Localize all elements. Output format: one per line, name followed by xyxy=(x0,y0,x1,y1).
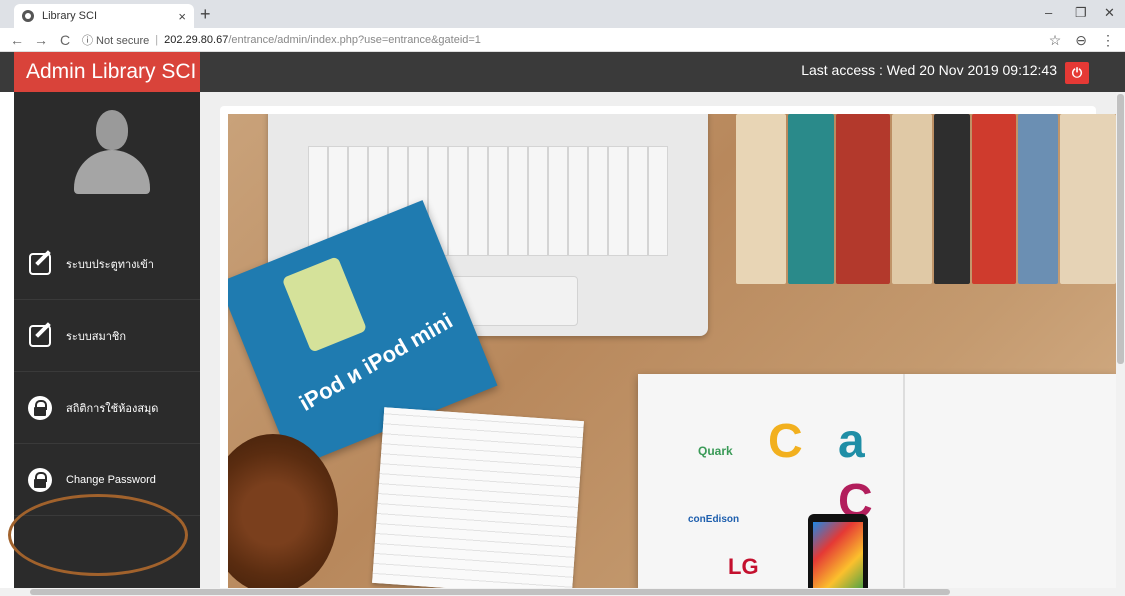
sidebar-item-entrance[interactable]: ระบบประตูทางเข้า xyxy=(14,228,200,300)
avatar-body xyxy=(74,150,150,194)
favicon-icon xyxy=(22,10,34,22)
url-separator: | xyxy=(155,33,159,46)
browser-menu-icon[interactable]: ⋮ xyxy=(1101,32,1115,49)
maximize-button[interactable]: ❐ xyxy=(1075,5,1087,21)
url-path: /entrance/admin/index.php?use=entrance&g… xyxy=(228,33,481,46)
avatar xyxy=(72,110,152,200)
close-window-button[interactable]: ✕ xyxy=(1104,5,1115,21)
lock-icon xyxy=(26,467,54,493)
edit-icon xyxy=(26,323,54,349)
new-tab-button[interactable]: + xyxy=(200,4,211,25)
forward-button[interactable]: → xyxy=(34,32,48,48)
brand-title[interactable]: Admin Library SCI xyxy=(14,52,200,92)
phone-illustration xyxy=(808,514,868,590)
lock-icon xyxy=(26,395,54,421)
edit-icon xyxy=(26,251,54,277)
sidebar-item-change-password[interactable]: Change Password xyxy=(14,444,200,516)
hero-image: iPod и iPod mini Quark C a conEdison C L… xyxy=(228,114,1116,590)
sidebar-item-label: สถิติการใช้ห้องสมุด xyxy=(66,402,159,415)
sidebar-item-statistics[interactable]: สถิติการใช้ห้องสมุด xyxy=(14,372,200,444)
quark-logo: Quark xyxy=(698,444,733,458)
logout-power-button[interactable]: ⏻ xyxy=(1065,62,1089,84)
horizontal-scrollbar[interactable] xyxy=(0,588,1116,596)
avatar-head xyxy=(96,110,128,150)
sidebar-item-label: ระบบประตูทางเข้า xyxy=(66,258,154,271)
vertical-scrollbar[interactable] xyxy=(1116,92,1125,596)
tab-title: Library SCI xyxy=(42,10,98,22)
tab-close-button[interactable]: × xyxy=(178,9,186,24)
magazine-illustration: Quark C a conEdison C LG xyxy=(638,374,1116,590)
url-field[interactable]: ⓘ Not secure | 202.29.80.67 /entrance/ad… xyxy=(82,32,481,48)
profile-icon[interactable]: ⊖ xyxy=(1075,32,1087,49)
doily-illustration xyxy=(228,434,338,590)
bookmark-star-icon[interactable]: ☆ xyxy=(1049,32,1062,49)
vertical-scroll-thumb[interactable] xyxy=(1117,94,1124,364)
sidebar-item-members[interactable]: ระบบสมาชิก xyxy=(14,300,200,372)
sidebar: ระบบประตูทางเข้า ระบบสมาชิก สถิติการใช้ห… xyxy=(14,92,200,596)
browser-tabstrip: Library SCI × + – ❐ ✕ xyxy=(0,0,1125,28)
books-illustration xyxy=(696,114,1116,294)
reload-button[interactable]: C xyxy=(58,32,72,48)
back-button[interactable]: ← xyxy=(10,32,24,48)
minimize-button[interactable]: – xyxy=(1045,5,1052,20)
conedison-logo: conEdison xyxy=(688,514,740,525)
sidebar-item-label: Change Password xyxy=(66,473,156,486)
last-access-text: Last access : Wed 20 Nov 2019 09:12:43 xyxy=(801,62,1057,78)
lg-logo: LG xyxy=(728,554,759,579)
security-indicator[interactable]: ⓘ Not secure xyxy=(82,32,149,48)
address-bar: ← → C ⓘ Not secure | 202.29.80.67 /entra… xyxy=(0,28,1125,52)
url-host: 202.29.80.67 xyxy=(164,33,229,46)
notepad-illustration xyxy=(372,407,584,590)
browser-tab[interactable]: Library SCI × xyxy=(14,4,194,28)
sidebar-item-label: ระบบสมาชิก xyxy=(66,330,127,343)
horizontal-scroll-thumb[interactable] xyxy=(30,589,950,595)
